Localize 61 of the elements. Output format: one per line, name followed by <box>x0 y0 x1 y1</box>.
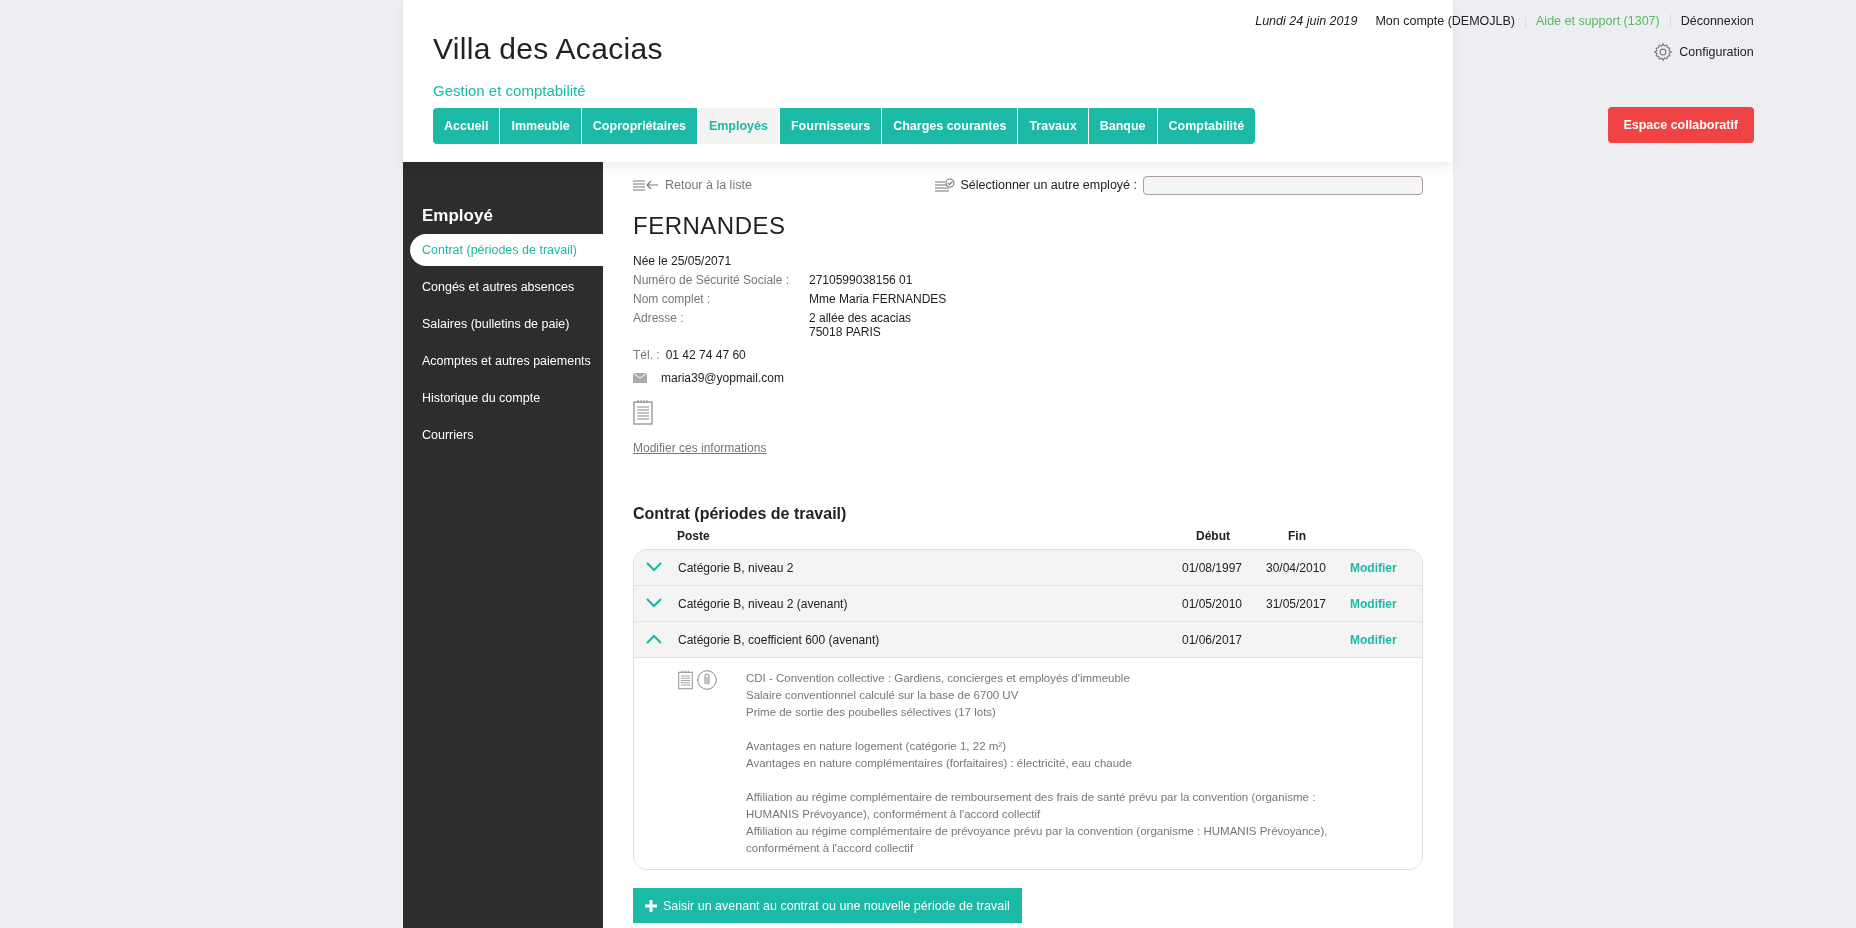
field-value: 2 allée des acacias 75018 PARIS <box>809 311 913 339</box>
nav-tab[interactable]: Employés <box>697 108 780 144</box>
contract-detail-text: Avantages en nature logement (catégorie 1, 22 m²) <box>746 739 1007 754</box>
current-date: Lundi 24 juin 2019 <box>1255 14 1358 28</box>
select-employee-label: Sélectionner un autre employé : <box>960 178 1137 192</box>
nav-tab[interactable]: Comptabilité <box>1157 108 1256 144</box>
column-header: Poste <box>677 529 711 543</box>
section-title: Contrat (périodes de travail) <box>633 505 848 523</box>
table-cell-text: Catégorie B, coefficient 600 (avenant) <box>678 632 881 647</box>
nav-tab[interactable]: Charges courantes <box>882 108 1019 144</box>
nav-tab[interactable]: Copropriétaires <box>581 108 698 144</box>
site-title: Villa des Acacias <box>433 32 664 66</box>
contract-detail-text: CDI - Convention collective : Gardiens, concierges et employés d'immeuble <box>746 671 1131 686</box>
logout-link[interactable]: Déconnexion <box>1669 14 1754 28</box>
sidebar-item[interactable]: Salaires (bulletins de paie) <box>410 308 603 340</box>
employee-name: FERNANDES <box>633 212 787 240</box>
contract-detail-text: Avantages en nature complémentaires (forfaitaires) : électricité, eau chaude <box>746 756 1133 771</box>
sidebar-item[interactable]: Congés et autres absences <box>410 271 603 303</box>
sidebar-title: Employé <box>421 206 494 226</box>
phone-number: 01 42 74 47 60 <box>665 348 746 362</box>
birth-date: Née le 25/05/2071 <box>633 254 733 268</box>
nav-tab[interactable]: Travaux <box>1018 108 1089 144</box>
support-link[interactable]: Aide et support (1307) <box>1525 14 1670 28</box>
nav-tab[interactable]: Immeuble <box>500 108 582 144</box>
table-cell-text: 01/05/2010 <box>1180 596 1244 611</box>
contract-detail-text: Affiliation au régime complémentaire de prévoyance prévu par la convention (organisme : HUMANIS Prévoyance), conformément à l'accord collectif <box>746 824 1329 856</box>
contract-detail-text: Prime de sortie des poubelles sélectives (17 lots) <box>746 705 997 720</box>
sidebar-item[interactable]: Courriers <box>410 419 603 451</box>
email-address: maria39@yopmail.com <box>661 371 784 385</box>
table-cell-text: 01/08/1997 <box>1180 560 1244 575</box>
field-label: Adresse : <box>633 311 685 327</box>
contract-detail-text: Salaire conventionnel calculé sur la base de 6700 UV <box>746 688 1020 703</box>
field-value: 2710599038156 01 <box>809 273 914 287</box>
table-cell-text: 01/06/2017 <box>1180 632 1244 647</box>
account-link[interactable]: Mon compte (DEMOJLB) <box>1375 14 1526 28</box>
nav-tab[interactable]: Fournisseurs <box>780 108 883 144</box>
configuration-link[interactable]: Configuration <box>1653 42 1754 62</box>
table-cell-text: Catégorie B, niveau 2 <box>678 560 795 575</box>
field-value: Mme Maria FERNANDES <box>809 292 948 306</box>
back-link[interactable]: Retour à la liste <box>633 178 752 192</box>
edit-link[interactable]: Modifier <box>1350 596 1397 611</box>
nav-tab[interactable]: Accueil <box>433 108 501 144</box>
edit-link[interactable]: Modifier <box>1350 632 1397 647</box>
sidebar-item[interactable]: Historique du compte <box>410 382 603 414</box>
table-cell-text: 31/05/2017 <box>1264 596 1328 611</box>
table-cell-text: Catégorie B, niveau 2 (avenant) <box>678 596 849 611</box>
field-label: Nom complet : <box>633 292 712 306</box>
sidebar-item[interactable]: Acomptes et autres paiements <box>410 345 603 377</box>
nav-tab[interactable]: Banque <box>1088 108 1158 144</box>
column-header: Fin <box>1287 529 1307 543</box>
add-period-button[interactable]: Saisir un avenant au contrat ou une nouvelle période de travail <box>633 888 1022 923</box>
field-label: Numéro de Sécurité Sociale : <box>633 273 791 287</box>
sidebar-item[interactable]: Contrat (périodes de travail) <box>410 234 603 266</box>
collaborative-space-button[interactable]: Espace collaboratif <box>1607 107 1754 143</box>
edit-info-link[interactable]: Modifier ces informations <box>633 441 767 455</box>
column-header: Début <box>1195 529 1231 543</box>
table-cell-text: 30/04/2010 <box>1264 560 1328 575</box>
contract-detail-text: Affiliation au régime complémentaire de remboursement des frais de santé prévu par la convention (organisme : HUMANIS Prévoyance), conformément à l'accord collectif <box>746 790 1317 822</box>
phone-label: Tél. : <box>633 348 660 362</box>
edit-link[interactable]: Modifier <box>1350 560 1397 575</box>
site-subtitle: Gestion et comptabilité <box>433 82 587 99</box>
